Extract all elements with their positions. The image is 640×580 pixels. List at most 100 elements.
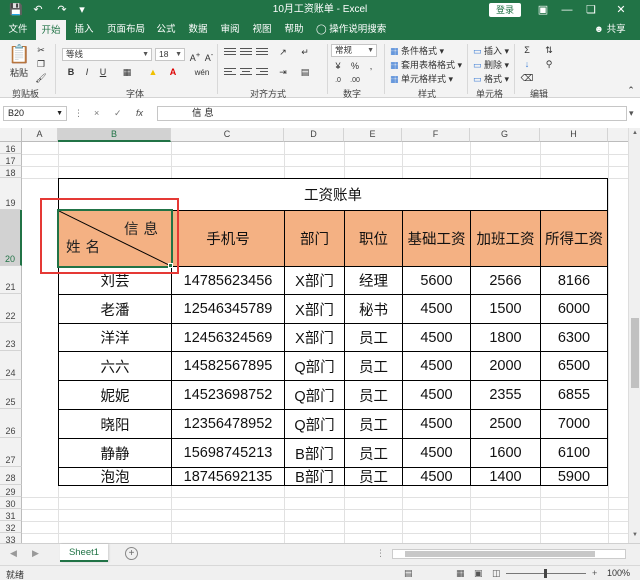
normal-view-icon[interactable]: ▦: [456, 568, 465, 579]
cell-name[interactable]: 静静: [58, 438, 172, 468]
share-button[interactable]: ☻ 共享: [594, 20, 626, 40]
cell-overtime-pay[interactable]: 1400: [470, 467, 541, 486]
font-name-combo[interactable]: 等线 ▼: [62, 48, 152, 61]
cell-phone[interactable]: 15698745213: [171, 438, 285, 468]
merge-center-icon[interactable]: ▤: [298, 66, 312, 79]
sort-filter-icon[interactable]: ⇅: [542, 44, 556, 57]
cell-overtime-pay[interactable]: 2500: [470, 409, 541, 439]
fill-color-icon[interactable]: ▲: [146, 66, 160, 79]
cell-overtime-pay[interactable]: 2000: [470, 351, 541, 381]
cell-phone[interactable]: 14523698752: [171, 380, 285, 410]
vertical-scroll-thumb[interactable]: [631, 318, 639, 388]
tab-data[interactable]: 数据: [184, 20, 212, 40]
cell-total-pay[interactable]: 6300: [540, 323, 608, 352]
cell-phone[interactable]: 18745692135: [171, 467, 285, 486]
italic-button[interactable]: I: [80, 66, 94, 79]
row-header-18[interactable]: 18: [0, 166, 22, 178]
cell-dept[interactable]: Q部门: [284, 409, 345, 439]
align-left-icon[interactable]: [224, 68, 236, 78]
cell-position[interactable]: 员工: [344, 351, 403, 381]
horizontal-scrollbar[interactable]: [392, 549, 626, 559]
cell-total-pay[interactable]: 6000: [540, 294, 608, 324]
format-cells-button[interactable]: ▭ 格式 ▾: [473, 72, 509, 85]
name-box[interactable]: B20 ▼: [3, 106, 67, 121]
cell-dept[interactable]: Q部门: [284, 380, 345, 410]
shrink-font-icon[interactable]: A-: [202, 48, 216, 63]
tab-review[interactable]: 审阅: [216, 20, 244, 40]
minimize-icon[interactable]: —: [556, 0, 578, 20]
close-icon[interactable]: ✕: [610, 0, 632, 20]
insert-cells-button[interactable]: ▭ 插入 ▾: [473, 44, 509, 57]
ribbon-display-icon[interactable]: ▣: [532, 0, 554, 20]
cell-base-pay[interactable]: 4500: [402, 380, 471, 410]
cell-dept[interactable]: B部门: [284, 438, 345, 468]
cell-position[interactable]: 员工: [344, 467, 403, 486]
cell-position[interactable]: 员工: [344, 438, 403, 468]
clear-icon[interactable]: ⌫: [520, 72, 534, 85]
column-header-d[interactable]: D: [284, 128, 344, 142]
autosum-icon[interactable]: Σ: [520, 44, 534, 57]
row-header-25[interactable]: 25: [0, 380, 22, 409]
worksheet-grid[interactable]: A B C D E F G H 16 17 18 19 20 21 22 23 …: [0, 128, 640, 543]
row-header-28[interactable]: 28: [0, 467, 22, 485]
cell-dept[interactable]: X部门: [284, 323, 345, 352]
cell-name[interactable]: 晓阳: [58, 409, 172, 439]
cell-total-pay[interactable]: 6855: [540, 380, 608, 410]
delete-cells-button[interactable]: ▭ 删除 ▾: [473, 58, 509, 71]
cell-base-pay[interactable]: 4500: [402, 438, 471, 468]
cell-base-pay[interactable]: 4500: [402, 294, 471, 324]
column-header-a[interactable]: A: [22, 128, 58, 142]
cell-base-pay[interactable]: 4500: [402, 351, 471, 381]
zoom-slider-knob[interactable]: [544, 569, 547, 578]
cell-total-pay[interactable]: 6100: [540, 438, 608, 468]
cell-dept[interactable]: X部门: [284, 266, 345, 295]
font-size-combo[interactable]: 18 ▼: [155, 48, 185, 61]
cell-overtime-pay[interactable]: 2566: [470, 266, 541, 295]
header-cell-base-pay[interactable]: 基础工资: [402, 210, 471, 267]
cell-name[interactable]: 泡泡: [58, 467, 172, 486]
prev-sheet-icon[interactable]: ◀: [10, 548, 17, 559]
tab-split-handle-icon[interactable]: ⋮: [376, 548, 385, 559]
indent-icon[interactable]: ⇥: [276, 66, 290, 79]
tab-formulas[interactable]: 公式: [152, 20, 180, 40]
save-icon[interactable]: 💾: [6, 0, 26, 20]
cell-phone[interactable]: 12456324569: [171, 323, 285, 352]
row-header-24[interactable]: 24: [0, 351, 22, 380]
header-cell-dept[interactable]: 部门: [284, 210, 345, 267]
cell-dept[interactable]: X部门: [284, 294, 345, 324]
cell-overtime-pay[interactable]: 1800: [470, 323, 541, 352]
comma-icon[interactable]: ,: [364, 60, 378, 73]
header-cell-position[interactable]: 职位: [344, 210, 403, 267]
bold-button[interactable]: B: [64, 66, 78, 79]
format-painter-icon[interactable]: 🖌: [34, 72, 48, 85]
cell-overtime-pay[interactable]: 2355: [470, 380, 541, 410]
tab-page-layout[interactable]: 页面布局: [104, 20, 148, 40]
row-header-26[interactable]: 26: [0, 409, 22, 438]
expand-formula-bar-icon[interactable]: ▾: [629, 106, 634, 121]
wrap-text-icon[interactable]: ↵: [298, 46, 312, 59]
fill-icon[interactable]: ↓: [520, 58, 534, 71]
cell-position[interactable]: 经理: [344, 266, 403, 295]
cell-dept[interactable]: B部门: [284, 467, 345, 486]
redo-icon[interactable]: ↷: [52, 0, 72, 20]
more-icon[interactable]: ⋮: [74, 106, 83, 121]
cell-position[interactable]: 员工: [344, 380, 403, 410]
cell-styles-button[interactable]: ▦ 单元格样式 ▾: [390, 72, 453, 85]
row-header-16[interactable]: 16: [0, 142, 22, 154]
cell-total-pay[interactable]: 7000: [540, 409, 608, 439]
align-bottom-icon[interactable]: [256, 48, 268, 58]
header-cell-overtime-pay[interactable]: 加班工资: [470, 210, 541, 267]
cell-base-pay[interactable]: 5600: [402, 266, 471, 295]
add-sheet-icon[interactable]: +: [125, 547, 138, 560]
column-header-f[interactable]: F: [402, 128, 470, 142]
cell-name[interactable]: 洋洋: [58, 323, 172, 352]
phonetic-guide-button[interactable]: wén: [192, 66, 212, 79]
percent-icon[interactable]: %: [348, 60, 362, 73]
collapse-ribbon-icon[interactable]: ⌃: [624, 84, 638, 97]
cell-total-pay[interactable]: 6500: [540, 351, 608, 381]
find-select-icon[interactable]: ⚲: [542, 58, 556, 71]
row-header-23[interactable]: 23: [0, 323, 22, 351]
decrease-decimal-icon[interactable]: .00: [348, 74, 362, 87]
cell-name[interactable]: 六六: [58, 351, 172, 381]
cell-position[interactable]: 秘书: [344, 294, 403, 324]
